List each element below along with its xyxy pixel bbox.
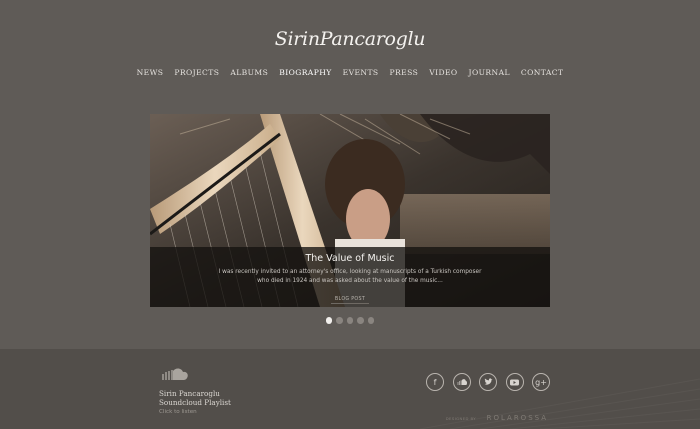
facebook-icon[interactable]: f: [426, 373, 444, 391]
footer-pattern: [419, 378, 700, 429]
hero-title[interactable]: The Value of Music: [150, 253, 550, 264]
slider-pagination: [0, 317, 700, 324]
soundcloud-icon[interactable]: [452, 373, 471, 391]
hero-caption: The Value of Music I was recently invite…: [150, 247, 550, 307]
soundcloud-cloud-icon: [162, 368, 188, 380]
google-plus-icon[interactable]: g+: [532, 373, 550, 391]
hero-slider[interactable]: The Value of Music I was recently invite…: [150, 114, 550, 307]
main-nav: NEWS PROJECTS ALBUMS BIOGRAPHY EVENTS PR…: [0, 68, 700, 77]
slider-dot[interactable]: [336, 317, 343, 324]
nav-events[interactable]: EVENTS: [337, 68, 384, 77]
nav-journal[interactable]: JOURNAL: [463, 68, 515, 77]
soundcloud-playlist[interactable]: Sirin Pancaroglu Soundcloud Playlist Cli…: [159, 366, 259, 415]
social-links: f g+: [426, 373, 550, 391]
slider-dot[interactable]: [346, 317, 354, 324]
designer-credit[interactable]: DESIGNED BY ROLAROSSA: [426, 405, 548, 424]
nav-video[interactable]: VIDEO: [424, 68, 463, 77]
site-footer: Sirin Pancaroglu Soundcloud Playlist Cli…: [0, 349, 700, 429]
slider-dot[interactable]: [367, 317, 375, 324]
blog-post-button[interactable]: BLOG POST: [330, 296, 370, 304]
playlist-label: Soundcloud Playlist: [159, 398, 231, 407]
nav-biography[interactable]: BIOGRAPHY: [274, 68, 337, 77]
nav-news[interactable]: NEWS: [131, 68, 169, 77]
nav-albums[interactable]: ALBUMS: [225, 68, 274, 77]
slider-dot[interactable]: [325, 317, 333, 324]
nav-projects[interactable]: PROJECTS: [169, 68, 225, 77]
playlist-artist: Sirin Pancaroglu: [159, 389, 220, 398]
playlist-title: Sirin Pancaroglu Soundcloud Playlist: [159, 389, 259, 407]
nav-press[interactable]: PRESS: [384, 68, 424, 77]
youtube-icon[interactable]: [505, 373, 524, 391]
nav-contact[interactable]: CONTACT: [515, 68, 569, 77]
slider-dot[interactable]: [357, 317, 364, 324]
site-logo[interactable]: SirinPancaroglu: [0, 28, 700, 50]
credit-name: ROLAROSSA: [486, 414, 548, 422]
hero-excerpt: I was recently invited to an attorney's …: [218, 269, 482, 284]
credit-prefix: DESIGNED BY: [445, 416, 476, 421]
playlist-link[interactable]: Click to listen: [159, 409, 259, 415]
twitter-icon[interactable]: [479, 373, 497, 391]
